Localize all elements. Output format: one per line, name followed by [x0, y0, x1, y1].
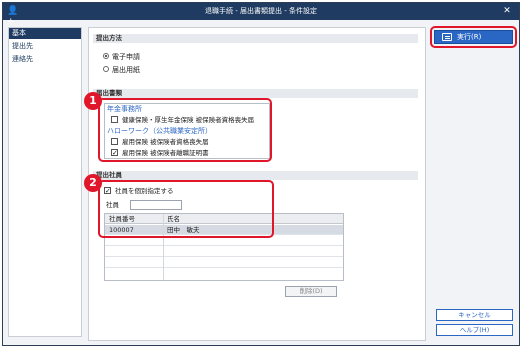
- radio-electronic[interactable]: 電子申請: [103, 52, 140, 62]
- close-icon[interactable]: ✕: [501, 5, 513, 18]
- section-documents: 届出書類: [93, 89, 418, 98]
- radio-selected-icon: [103, 53, 109, 59]
- callout-badge-1: 1: [84, 92, 102, 110]
- section-submission-method: 提出方法: [93, 34, 418, 43]
- highlight-employees: [98, 180, 274, 238]
- radio-electronic-label: 電子申請: [112, 53, 140, 61]
- table-row[interactable]: [105, 258, 343, 268]
- delete-button[interactable]: 削除(D): [285, 286, 337, 297]
- radio-paper-label: 届出用紙: [112, 66, 140, 74]
- title-bar: 👤+ 退職手続 - 届出書類提出 - 条件設定 ✕: [3, 3, 519, 27]
- sidebar-item-destination[interactable]: 提出先: [9, 41, 81, 52]
- window-title: 退職手続 - 届出書類提出 - 条件設定: [205, 7, 317, 15]
- radio-paper[interactable]: 届出用紙: [103, 65, 140, 75]
- table-row[interactable]: [105, 269, 343, 279]
- sidebar-item-contact[interactable]: 連絡先: [9, 54, 81, 65]
- callout-badge-2: 2: [84, 174, 102, 192]
- help-button[interactable]: ヘルプ(H): [436, 324, 513, 336]
- radio-unselected-icon: [103, 66, 109, 72]
- section-employees: 提出社員: [93, 171, 418, 180]
- sidebar-nav: 基本 提出先 連絡先: [8, 27, 82, 337]
- highlight-execute: [430, 26, 517, 48]
- highlight-documents: [98, 98, 272, 162]
- table-row[interactable]: [105, 247, 343, 257]
- cancel-button[interactable]: キャンセル: [436, 309, 513, 321]
- sidebar-item-basic[interactable]: 基本: [9, 28, 81, 39]
